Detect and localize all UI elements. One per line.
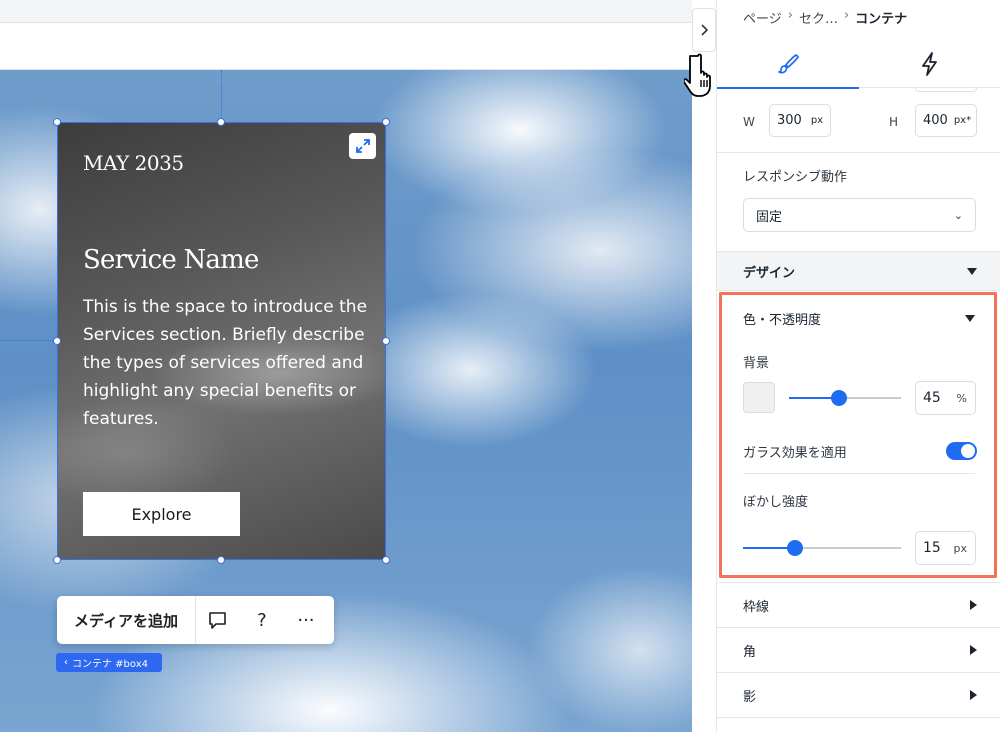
blur-value: 15	[923, 540, 941, 556]
card-description[interactable]: This is the space to introduce the Servi…	[83, 293, 373, 433]
design-section-header[interactable]: デザイン	[717, 251, 1000, 291]
resize-handle-right[interactable]	[382, 337, 390, 345]
resize-handle-top-right[interactable]	[382, 118, 390, 126]
background-label: 背景	[743, 356, 770, 371]
vertical-guide-line	[221, 70, 222, 122]
caret-down-icon	[967, 267, 977, 275]
corners-section-header[interactable]: 角	[717, 628, 1000, 673]
background-color-swatch[interactable]	[743, 382, 775, 413]
add-media-button[interactable]: メディアを追加	[57, 596, 196, 644]
breadcrumb-separator: ›	[843, 8, 850, 23]
design-section-title: デザイン	[743, 265, 796, 281]
blur-input[interactable]: 15 px	[915, 531, 976, 565]
caret-right-icon	[970, 690, 977, 700]
canvas-top-strip	[0, 22, 692, 70]
horizontal-guide-line	[0, 340, 57, 341]
collapse-panel-button[interactable]	[692, 8, 716, 52]
tab-interactions[interactable]	[859, 40, 1000, 88]
height-value: 400	[923, 113, 948, 128]
card-title[interactable]: Service Name	[83, 245, 259, 275]
opacity-slider-knob[interactable]	[831, 390, 848, 406]
size-row: W 300 px H 400 px*	[717, 104, 1000, 138]
breadcrumb-separator: ›	[787, 8, 793, 23]
blur-slider[interactable]	[743, 540, 901, 556]
border-section-header[interactable]: 枠線	[717, 583, 1000, 628]
chevron-left-icon: ‹	[64, 657, 68, 668]
glass-effect-label: ガラス効果を適用	[743, 446, 847, 461]
caret-right-icon	[970, 645, 977, 655]
panel-tabs	[717, 40, 1000, 89]
resize-handle-bottom[interactable]	[217, 556, 225, 564]
element-name-tag[interactable]: ‹ コンテナ #box4	[56, 653, 162, 672]
chevron-right-icon	[701, 24, 708, 36]
tab-design[interactable]	[717, 40, 859, 89]
field-edge	[915, 88, 977, 92]
shadow-section-header[interactable]: 影	[717, 673, 1000, 718]
element-name-label: コンテナ #box4	[72, 659, 148, 670]
resize-handle-top-left[interactable]	[53, 118, 61, 126]
responsive-behavior-value: 固定	[756, 209, 783, 225]
expand-icon[interactable]	[349, 133, 376, 159]
inspector-panel: ページ › セク… › コンテナ W 300 px H 400 px* レスポン…	[716, 0, 1000, 732]
help-button[interactable]: ?	[240, 596, 284, 644]
chevron-down-icon: ⌄	[953, 208, 963, 222]
resize-handle-top[interactable]	[217, 118, 225, 126]
width-label: W	[743, 115, 755, 129]
selected-container-box4[interactable]: MAY 2035 Service Name This is the space …	[57, 122, 386, 560]
opacity-slider[interactable]	[789, 390, 901, 406]
height-input[interactable]: 400 px*	[915, 104, 977, 137]
breadcrumb-page[interactable]: ページ	[743, 8, 782, 27]
editor-canvas[interactable]: MAY 2035 Service Name This is the space …	[0, 0, 692, 732]
divider	[743, 473, 975, 474]
blur-slider-knob[interactable]	[787, 540, 804, 556]
resize-handle-bottom-right[interactable]	[382, 556, 390, 564]
caret-right-icon	[970, 600, 977, 610]
comment-icon[interactable]	[196, 596, 240, 644]
width-input[interactable]: 300 px	[769, 104, 831, 137]
height-unit: px*	[953, 115, 972, 126]
card-date[interactable]: MAY 2035	[83, 151, 184, 175]
corners-section-title: 角	[743, 644, 757, 660]
resize-handle-bottom-left[interactable]	[53, 556, 61, 564]
opacity-value: 45	[923, 390, 941, 406]
divider	[717, 152, 1000, 153]
border-section-title: 枠線	[743, 599, 770, 615]
opacity-unit: %	[956, 391, 967, 405]
breadcrumb: ページ › セク… › コンテナ	[743, 8, 907, 27]
height-label: H	[889, 115, 899, 129]
blur-strength-label: ぼかし強度	[743, 495, 809, 510]
opacity-input[interactable]: 45 %	[915, 381, 976, 415]
caret-down-icon	[965, 315, 975, 322]
width-value: 300	[777, 113, 802, 128]
breadcrumb-section[interactable]: セク…	[799, 8, 838, 27]
element-floating-toolbar: メディアを追加 ? ···	[57, 596, 334, 644]
width-unit: px	[810, 115, 824, 126]
resize-handle-left[interactable]	[53, 337, 61, 345]
responsive-behavior-select[interactable]: 固定 ⌄	[743, 198, 976, 232]
color-opacity-title: 色・不透明度	[743, 313, 822, 328]
color-opacity-header[interactable]: 色・不透明度	[743, 309, 975, 328]
breadcrumb-current: コンテナ	[855, 12, 908, 27]
paintbrush-icon	[778, 54, 799, 74]
explore-button[interactable]: Explore	[83, 492, 240, 536]
lightning-icon	[922, 52, 937, 76]
more-options-button[interactable]: ···	[284, 596, 328, 644]
responsive-behavior-label: レスポンシブ動作	[743, 170, 848, 185]
shadow-section-title: 影	[743, 689, 757, 705]
blur-unit: px	[953, 541, 968, 555]
glass-effect-toggle[interactable]	[946, 442, 977, 460]
